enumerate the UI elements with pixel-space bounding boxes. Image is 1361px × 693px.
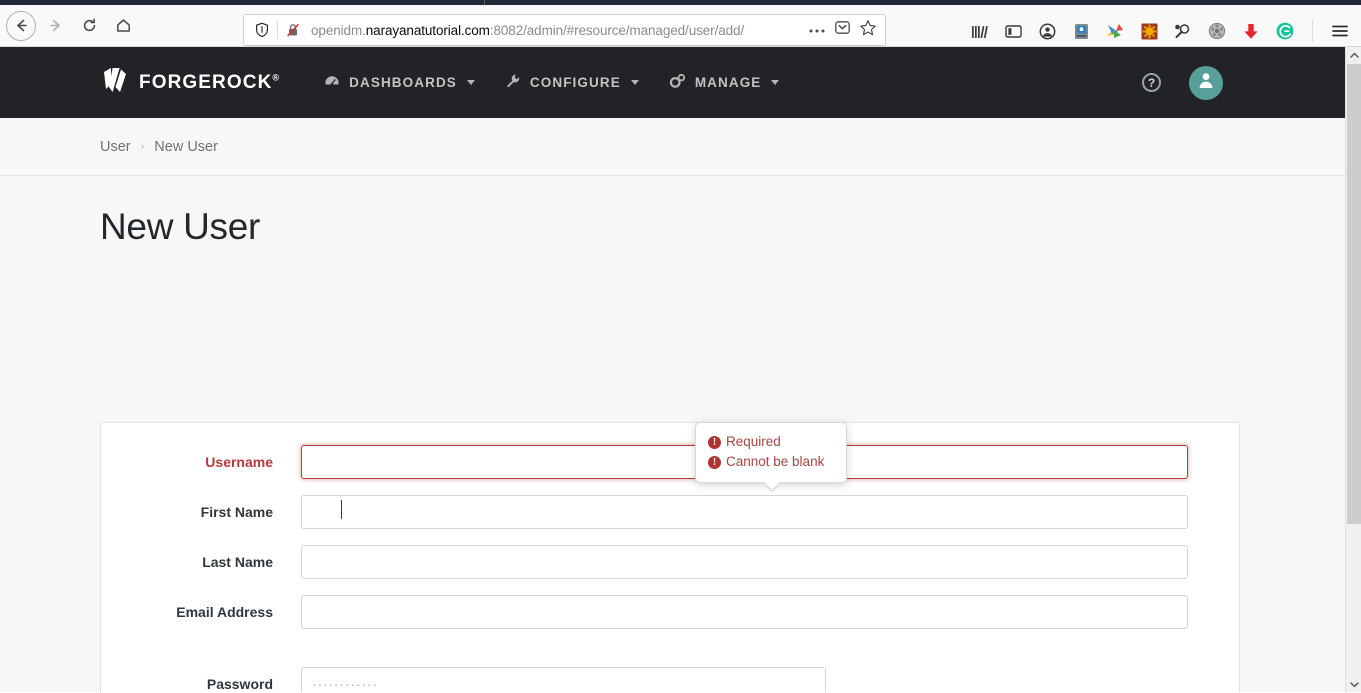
dashboard-gauge-icon — [324, 73, 340, 92]
scrollbar-thumb[interactable] — [1347, 64, 1361, 524]
nav-item-manage[interactable]: MANAGE — [669, 73, 780, 92]
extension-toolbar — [968, 10, 1355, 52]
breadcrumb-separator-icon: › — [140, 140, 145, 153]
forgerock-logo[interactable]: FORGEROCK® — [100, 65, 280, 100]
chevron-down-icon — [771, 80, 780, 85]
form-row-last-name: Last Name — [101, 545, 1239, 579]
validation-tooltip: ! Required ! Cannot be blank — [695, 422, 847, 492]
password-input[interactable] — [301, 667, 826, 692]
forgerock-mark-icon — [100, 65, 130, 100]
label-email-address: Email Address — [176, 604, 273, 620]
ellipsis-icon[interactable] — [808, 21, 826, 39]
grammarly-icon[interactable] — [1274, 20, 1296, 42]
app-header: FORGEROCK® DASHBOARDS CONFIGURE MANAGE ? — [0, 47, 1345, 118]
user-avatar-icon — [1196, 70, 1216, 95]
page-title: New User — [100, 206, 261, 247]
home-button[interactable] — [108, 11, 138, 41]
first-name-input[interactable] — [301, 495, 1188, 529]
breadcrumb-item-current: New User — [154, 138, 218, 155]
back-button[interactable] — [6, 10, 36, 41]
form-row-email: Email Address — [101, 595, 1239, 629]
form-row-username: Username — [101, 445, 1239, 479]
chevron-down-icon — [466, 80, 475, 85]
browser-toolbar: openidm.narayanatutorial.com:8082/admin/… — [0, 5, 1361, 47]
address-bar[interactable]: openidm.narayanatutorial.com:8082/admin/… — [243, 14, 886, 46]
nav-item-configure[interactable]: CONFIGURE — [505, 73, 639, 92]
nav-label-dashboards: DASHBOARDS — [349, 75, 457, 90]
gears-icon — [669, 73, 686, 92]
main-navigation: DASHBOARDS CONFIGURE MANAGE — [324, 73, 780, 92]
validation-message-required: ! Required — [708, 432, 834, 452]
toolbar-divider — [1312, 20, 1313, 42]
breadcrumb: User › New User — [100, 139, 218, 155]
new-user-form-card: Username First Name Last Name Email Addr… — [100, 422, 1240, 692]
brand-name: FORGEROCK® — [139, 71, 281, 93]
validation-text-blank: Cannot be blank — [726, 454, 825, 469]
forward-button[interactable] — [40, 11, 70, 41]
library-icon[interactable] — [968, 20, 990, 42]
chevron-down-icon — [630, 80, 639, 85]
tooltip-arrow — [763, 481, 781, 490]
form-row-password: Password — [101, 667, 1239, 692]
help-circle-icon[interactable]: ? — [1142, 73, 1161, 92]
validation-text-required: Required — [726, 434, 781, 449]
url-text[interactable]: openidm.narayanatutorial.com:8082/admin/… — [305, 23, 808, 38]
exclamation-circle-icon: ! — [708, 455, 721, 469]
text-cursor — [341, 500, 342, 519]
shield-icon[interactable] — [250, 18, 274, 42]
wrench-icon — [505, 73, 521, 92]
chevron-down-icon — [1349, 675, 1359, 693]
account-icon[interactable] — [1036, 20, 1058, 42]
page-viewport: FORGEROCK® DASHBOARDS CONFIGURE MANAGE ?… — [0, 47, 1345, 692]
breadcrumb-bar: User › New User — [0, 118, 1345, 176]
forward-arrow-icon — [47, 17, 64, 34]
home-icon — [115, 17, 132, 34]
reload-icon — [81, 17, 98, 34]
exclamation-circle-icon: ! — [708, 435, 721, 449]
star-icon[interactable] — [859, 19, 877, 42]
nav-label-manage: MANAGE — [694, 75, 762, 90]
label-username: Username — [205, 454, 273, 470]
hamburger-menu-icon[interactable] — [1329, 20, 1351, 42]
pocket-icon[interactable] — [834, 19, 851, 41]
lastpass-icon[interactable] — [1070, 20, 1092, 42]
scroll-down-button[interactable] — [1346, 676, 1361, 692]
vertical-scrollbar[interactable] — [1345, 47, 1361, 692]
reload-button[interactable] — [74, 11, 104, 41]
urlbar-actions — [808, 19, 879, 42]
navigation-buttons — [0, 10, 138, 41]
selenium-icon[interactable] — [1172, 20, 1194, 42]
urlbar-divider — [277, 21, 278, 39]
back-arrow-icon — [13, 17, 30, 34]
label-first-name: First Name — [200, 504, 273, 520]
url-suffix: :8082/admin/#resource/managed/user/add/ — [489, 22, 745, 38]
page-content: New User Username First Name Last Name E… — [0, 176, 1345, 692]
validation-message-blank: ! Cannot be blank — [708, 452, 834, 472]
sidebar-icon[interactable] — [1002, 20, 1024, 42]
scroll-up-button[interactable] — [1346, 47, 1361, 63]
header-right-actions: ? — [1142, 47, 1237, 118]
breadcrumb-item-user[interactable]: User — [100, 139, 131, 155]
wappalyzer-icon[interactable] — [1138, 20, 1160, 42]
label-password: Password — [206, 676, 273, 692]
last-name-input[interactable] — [301, 545, 1188, 579]
chevron-up-icon — [1349, 46, 1359, 64]
download-icon[interactable] — [1240, 20, 1262, 42]
url-prefix: openidm. — [311, 22, 366, 38]
brand-registered-mark: ® — [272, 72, 281, 83]
email-address-input[interactable] — [301, 595, 1188, 629]
crossed-lock-icon[interactable] — [281, 18, 305, 42]
colorzilla-icon[interactable] — [1104, 20, 1126, 42]
user-avatar[interactable] — [1189, 65, 1223, 100]
nav-item-dashboards[interactable]: DASHBOARDS — [324, 73, 475, 92]
form-row-first-name: First Name — [101, 495, 1239, 529]
video-downloader-icon[interactable] — [1206, 20, 1228, 42]
form-fields: Username First Name Last Name Email Addr… — [101, 423, 1239, 692]
label-last-name: Last Name — [202, 554, 273, 570]
url-host: narayanatutorial.com — [365, 22, 490, 38]
nav-label-configure: CONFIGURE — [529, 75, 621, 90]
